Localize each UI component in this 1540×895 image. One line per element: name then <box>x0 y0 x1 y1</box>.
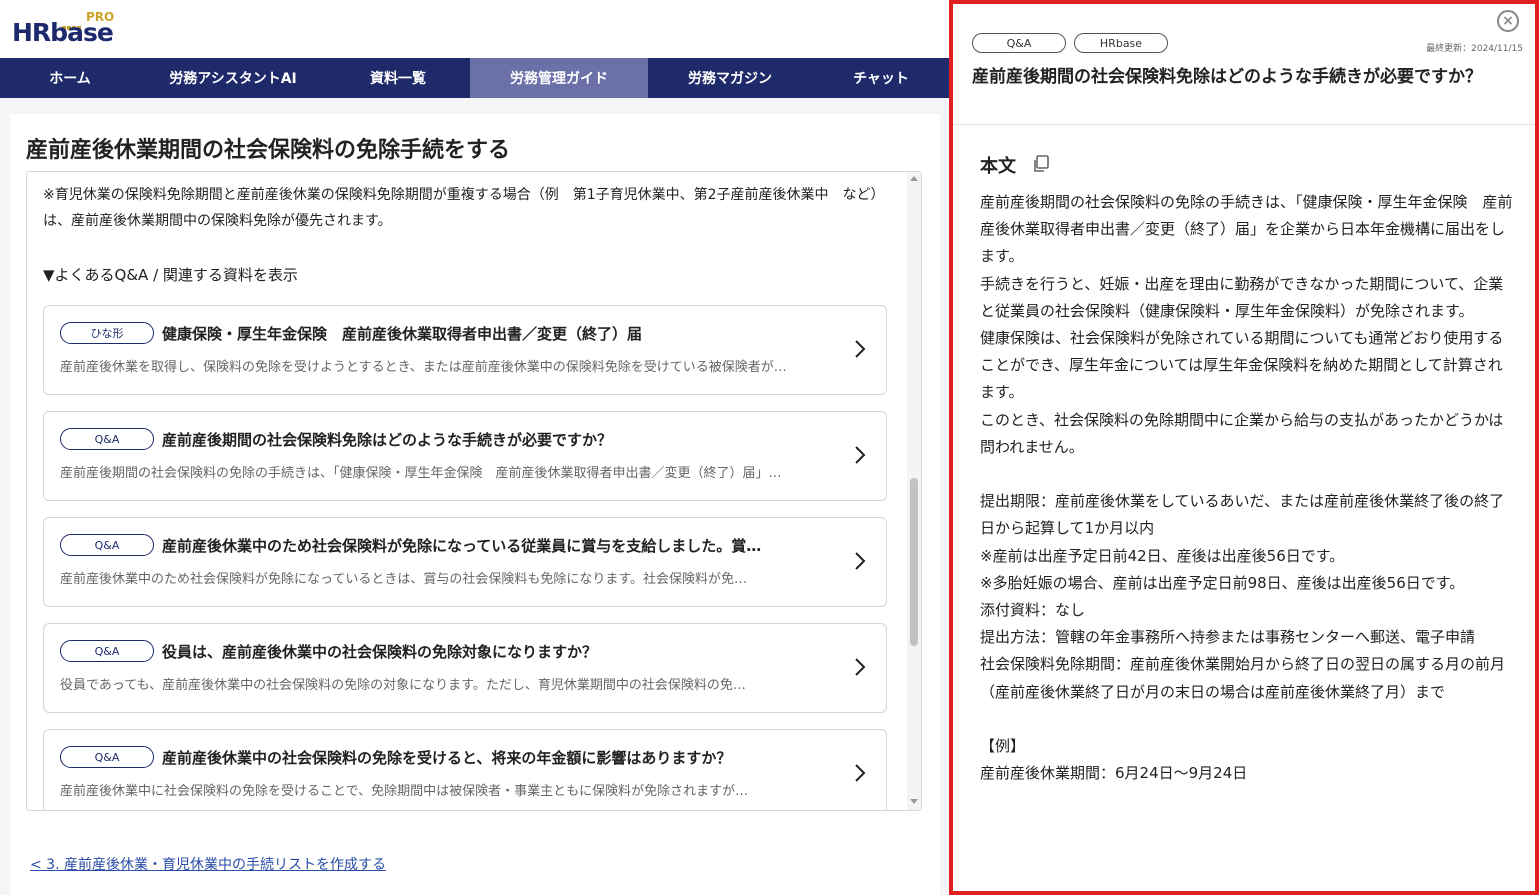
card-tag: Q&A <box>60 640 154 662</box>
main-nav: ホーム 労務アシスタントAI 資料一覧 労務管理ガイド 労務マガジン チャット <box>0 58 950 98</box>
nav-label: 労務マガジン <box>688 71 772 87</box>
body-paragraph: 添付資料：なし <box>980 601 1086 620</box>
card-desc: 産前産後期間の社会保険料の免除の手続きは、「健康保険・厚生年金保険 産前産後休業… <box>60 466 782 481</box>
card-tag: ひな形 <box>60 322 154 344</box>
nav-item-documents[interactable]: 資料一覧 <box>326 58 470 98</box>
card-title: 産前産後休業中のため社会保険料が免除になっている従業員に賞与を支給しました。賞… <box>162 537 762 555</box>
nav-item-labor-guide[interactable]: 労務管理ガイド <box>470 58 648 98</box>
nav-label: 労務管理ガイド <box>510 71 608 87</box>
panel-tag-hrbase: HRbase <box>1074 33 1168 53</box>
guide-scroll-box[interactable]: ※育児休業の保険料免除期間と産前産後休業の保険料免除期間が重複する場合（例 第1… <box>26 171 922 811</box>
card-title: 産前産後期間の社会保険料免除はどのような手続きが必要ですか？ <box>162 431 613 449</box>
scrollbar[interactable] <box>907 172 921 810</box>
body-paragraph: 産前産後期間の社会保険料の免除の手続きは、「健康保険・厚生年金保険 産前産後休業… <box>980 193 1513 266</box>
qa-detail-panel: × Q&A HRbase 最終更新：2024/11/15 産前産後期間の社会保険… <box>949 0 1539 895</box>
card-title: 役員は、産前産後休業中の社会保険料の免除対象になりますか？ <box>162 643 598 661</box>
copy-icon[interactable] <box>1031 154 1051 174</box>
card-title: 健康保険・厚生年金保険 産前産後休業取得者申出書／変更（終了）届 <box>162 325 643 343</box>
card-desc: 産前産後休業中に社会保険料の免除を受けることで、免除期間中は被保険者・事業主とも… <box>60 784 749 799</box>
scrollbar-thumb[interactable] <box>910 478 918 646</box>
body-heading: 本文 <box>980 156 1016 177</box>
related-card[interactable]: Q&A 産前産後休業中の社会保険料の免除を受けると、将来の年金額に影響はあります… <box>43 729 887 810</box>
nav-item-magazine[interactable]: 労務マガジン <box>648 58 812 98</box>
body-paragraph: 提出期限：産前産後休業をしているあいだ、または産前産後休業終了後の終了日から起算… <box>980 492 1505 538</box>
note-text: ※育児休業の保険料免除期間と産前産後休業の保険料免除期間が重複する場合（例 第1… <box>43 187 885 229</box>
last-updated: 最終更新：2024/11/15 <box>1426 44 1523 54</box>
qa-toggle[interactable]: ▼よくあるQ&A / 関連する資料を表示 <box>43 264 298 285</box>
nav-label: 資料一覧 <box>370 71 426 87</box>
body-paragraph: ※産前は出産予定日前42日、産後は出産後56日です。 <box>980 546 1345 565</box>
panel-tag-qa: Q&A <box>972 33 1066 53</box>
nav-label: チャット <box>853 71 909 87</box>
chevron-right-icon <box>855 764 866 782</box>
body-paragraph: このとき、社会保険料の免除期間中に企業から給与の支払があったかどうかは問われませ… <box>980 410 1504 456</box>
card-desc: 産前産後休業中のため社会保険料が免除になっているときは、賞与の社会保険料も免除に… <box>60 572 748 587</box>
body-paragraph: 社会保険料免除期間：産前産後休業開始月から終了日の翌日の属する月の前月（産前産後… <box>980 655 1506 701</box>
close-icon[interactable]: × <box>1497 10 1519 32</box>
card-desc: 役員であっても、産前産後休業中の社会保険料の免除の対象になります。ただし、育児休… <box>60 678 746 693</box>
scroll-up-arrow-icon[interactable] <box>910 176 918 181</box>
related-card[interactable]: Q&A 産前産後期間の社会保険料免除はどのような手続きが必要ですか？ 産前産後期… <box>43 411 887 501</box>
logo-text: HRbase <box>12 18 114 47</box>
nav-label: 労務アシスタントAI <box>169 71 297 87</box>
chevron-right-icon <box>855 658 866 676</box>
nav-item-assistant-ai[interactable]: 労務アシスタントAI <box>140 58 326 98</box>
chevron-right-icon <box>855 552 866 570</box>
related-card[interactable]: Q&A 産前産後休業中のため社会保険料が免除になっている従業員に賞与を支給しまし… <box>43 517 887 607</box>
body-paragraph: 提出方法：管轄の年金事務所へ持参または事務センターへ郵送、電子申請 <box>980 628 1476 647</box>
chevron-right-icon <box>855 446 866 464</box>
body-paragraph: 健康保険は、社会保険料が免除されている期間についても通常どおり使用することができ… <box>980 329 1504 402</box>
related-card[interactable]: ひな形 健康保険・厚生年金保険 産前産後休業取得者申出書／変更（終了）届 産前産… <box>43 305 887 395</box>
body-paragraph: 手続きを行うと、妊娠・出産を理由に勤務ができなかった期間について、企業と従業員の… <box>980 274 1504 320</box>
hrbase-logo[interactable]: PRO HRbase <box>12 10 132 50</box>
card-desc: 産前産後休業を取得し、保険料の免除を受けようとするとき、または産前産後休業中の保… <box>60 360 787 375</box>
body-text: 産前産後期間の社会保険料の免除の手続きは、「健康保険・厚生年金保険 産前産後休業… <box>980 189 1516 787</box>
card-tag: Q&A <box>60 746 154 768</box>
body-paragraph: 【例】 <box>980 737 1026 756</box>
panel-title: 産前産後期間の社会保険料免除はどのような手続きが必要ですか？ <box>972 67 1482 87</box>
back-link[interactable]: < 3. 産前産後休業・育児休業中の手続リストを作成する <box>30 854 386 874</box>
body-paragraph: ※多胎妊娠の場合、産前は出産予定日前98日、産後は出産後56日です。 <box>980 573 1465 592</box>
scroll-down-arrow-icon[interactable] <box>910 799 918 804</box>
chevron-right-icon <box>855 340 866 358</box>
nav-label: ホーム <box>49 71 91 87</box>
body-paragraph: 産前産後休業期間：6月24日～9月24日 <box>980 764 1248 783</box>
card-tag: Q&A <box>60 534 154 556</box>
card-tag: Q&A <box>60 428 154 450</box>
nav-item-chat[interactable]: チャット <box>812 58 950 98</box>
card-title: 産前産後休業中の社会保険料の免除を受けると、将来の年金額に影響はありますか？ <box>162 749 732 767</box>
divider <box>953 124 1535 125</box>
related-card[interactable]: Q&A 役員は、産前産後休業中の社会保険料の免除対象になりますか？ 役員であって… <box>43 623 887 713</box>
page-title: 産前産後休業期間の社会保険料の免除手続をする <box>26 138 511 163</box>
nav-item-home[interactable]: ホーム <box>0 58 140 98</box>
